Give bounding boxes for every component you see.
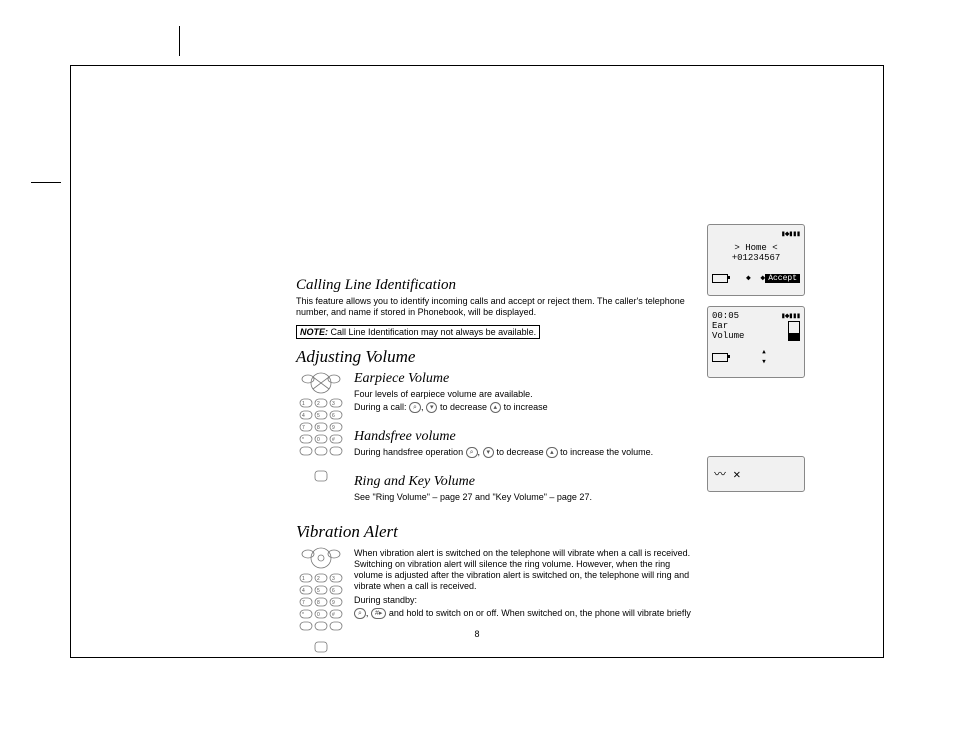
screen-vol-line2: Volume	[712, 331, 744, 341]
cli-note: NOTE: Call Line Identification may not a…	[296, 325, 540, 339]
battery-icon	[712, 274, 728, 283]
screen-caller-id: ▮◆▮▮▮ > Home < +01234567 ◆ ◆Accept	[707, 224, 805, 296]
svg-text:*: *	[302, 612, 304, 618]
svg-text:#: #	[332, 612, 335, 618]
down-icon: ▾	[426, 402, 438, 413]
svg-text:0: 0	[317, 437, 320, 443]
ringkey-block: Ring and Key Volume See "Ring Volume" – …	[354, 468, 696, 505]
keypad-illustration: 1 2 3 4 5 6 7 8 9 * 0 #	[296, 546, 346, 658]
svg-text:3: 3	[332, 576, 335, 582]
svg-text:1: 1	[302, 401, 305, 407]
down-icon: ▾	[483, 447, 495, 458]
adjusting-volume-title: Adjusting Volume	[296, 347, 696, 367]
svg-text:*: *	[302, 437, 304, 443]
ringkey-title: Ring and Key Volume	[354, 474, 696, 490]
button-icon: ⌕	[466, 447, 478, 458]
keypad-illustration: 1 2 3 4 5 6 7 8 9 * 0 #	[296, 371, 346, 493]
earpiece-block: Earpiece Volume Four levels of earpiece …	[354, 371, 696, 416]
vibration-title: Vibration Alert	[296, 522, 696, 542]
up-icon: ▴	[490, 402, 502, 413]
svg-text:9: 9	[332, 600, 335, 606]
handsfree-title: Handsfree volume	[354, 429, 696, 445]
updown-arrows-icon: ▴▾	[728, 347, 800, 367]
screen-vibrate: 〰 ✕	[707, 456, 805, 492]
hash-key-icon: #▸	[371, 608, 386, 619]
cli-body: This feature allows you to identify inco…	[296, 296, 696, 319]
button-icon: ⌕	[409, 402, 421, 413]
cli-title: Calling Line Identification	[296, 277, 696, 294]
section-adjusting-volume: Adjusting Volume	[296, 347, 696, 514]
volume-bar-icon	[788, 321, 800, 341]
screen-vol-line1: Ear	[712, 321, 744, 331]
screen-number: +01234567	[712, 253, 800, 263]
vibration-standby: During standby:	[354, 595, 696, 606]
svg-text:7: 7	[302, 425, 305, 431]
svg-text:3: 3	[332, 401, 335, 407]
svg-text:8: 8	[317, 600, 320, 606]
svg-text:5: 5	[317, 588, 320, 594]
svg-text:8: 8	[317, 425, 320, 431]
svg-text:5: 5	[317, 413, 320, 419]
crop-mark	[179, 26, 180, 56]
screen-home-line: > Home <	[712, 243, 800, 253]
svg-text:0: 0	[317, 612, 320, 618]
earpiece-line2: During a call: ⌕, ▾ to decrease ▴ to inc…	[354, 402, 696, 413]
svg-text:2: 2	[317, 576, 320, 582]
page-number: 8	[71, 629, 883, 639]
page-frame: Calling Line Identification This feature…	[70, 65, 884, 658]
svg-text:#: #	[332, 437, 335, 443]
button-icon: ⌕	[354, 608, 366, 619]
vibration-para: When vibration alert is switched on the …	[354, 548, 696, 593]
handsfree-block: Handsfree volume During handsfree operat…	[354, 423, 696, 460]
svg-text:7: 7	[302, 600, 305, 606]
note-label: NOTE:	[300, 327, 328, 337]
svg-text:6: 6	[332, 588, 335, 594]
earpiece-line1: Four levels of earpiece volume are avail…	[354, 389, 696, 400]
svg-text:2: 2	[317, 401, 320, 407]
screen-ear-volume: 00:05 ▮◆▮▮▮ Ear Volume ▴▾	[707, 306, 805, 378]
svg-text:1: 1	[302, 576, 305, 582]
vibrate-icon: 〰 ✕	[712, 461, 800, 486]
accept-button: Accept	[765, 274, 800, 283]
svg-text:6: 6	[332, 413, 335, 419]
svg-text:4: 4	[302, 588, 305, 594]
ringkey-line: See "Ring Volume" – page 27 and "Key Vol…	[354, 492, 696, 503]
keypad-icon: 1 2 3 4 5 6 7 8 9 * 0 #	[296, 546, 346, 656]
keypad-icon: 1 2 3 4 5 6 7 8 9 * 0 #	[296, 371, 346, 491]
section-cli: Calling Line Identification This feature…	[296, 277, 696, 339]
up-icon: ▴	[546, 447, 558, 458]
earpiece-title: Earpiece Volume	[354, 371, 696, 387]
vibration-instr: ⌕, #▸ and hold to switch on or off. When…	[354, 608, 696, 619]
signal-icon: ▮◆▮▮▮	[781, 311, 800, 321]
handsfree-line: During handsfree operation ⌕, ▾ to decre…	[354, 447, 696, 458]
battery-icon	[712, 353, 728, 362]
main-content: Calling Line Identification This feature…	[296, 271, 696, 658]
signal-icon: ▮◆▮▮▮	[781, 229, 800, 239]
note-text: Call Line Identification may not always …	[328, 327, 536, 337]
screen-time: 00:05	[712, 311, 739, 321]
svg-text:4: 4	[302, 413, 305, 419]
crop-mark	[31, 182, 61, 183]
svg-text:9: 9	[332, 425, 335, 431]
